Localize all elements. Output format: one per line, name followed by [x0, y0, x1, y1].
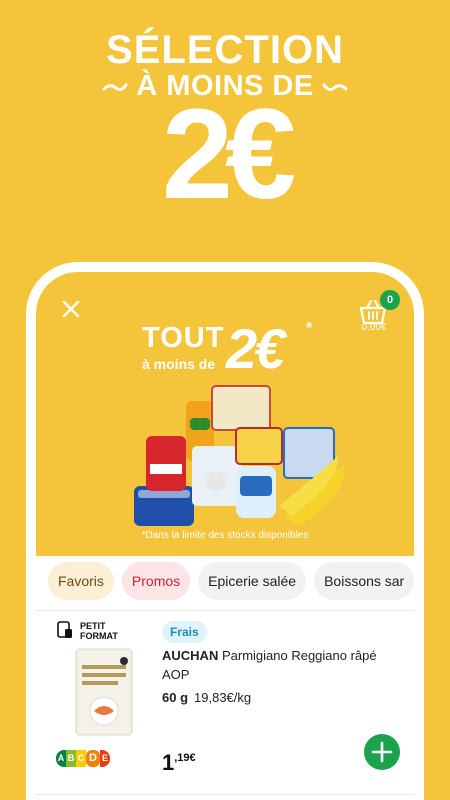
close-icon[interactable] [60, 298, 82, 320]
banner-asterisk: * [306, 320, 313, 337]
chip-promos[interactable]: Promos [121, 562, 191, 600]
cart-button[interactable]: 0 0,00€ [354, 290, 400, 334]
nutriscore-c: C [76, 750, 86, 767]
banner-a-moins-de: à moins de [142, 356, 216, 372]
petit-format-label: PETIT FORMAT [80, 621, 118, 641]
product-image [75, 648, 133, 736]
chip-epicerie-salee[interactable]: Epicerie salée [198, 562, 307, 600]
stock-disclaimer: *Dans la limite des stocks disponibles [141, 530, 309, 541]
cart-total: 0,00€ [361, 322, 387, 333]
nutriscore-b: B [66, 750, 76, 767]
phone-frame: 0 0,00€ TOUT à moins de 2€ * *Dans la li… [26, 262, 424, 800]
product-price: 1,19€ [162, 750, 196, 776]
nutriscore-a: A [56, 750, 66, 767]
plus-icon [371, 741, 393, 763]
promo-title-line1: SÉLECTION [106, 28, 344, 72]
app-screen: 0 0,00€ TOUT à moins de 2€ * *Dans la li… [36, 272, 414, 800]
product-unit-price: 19,83€/kg [194, 690, 252, 705]
nutriscore-e: E [100, 750, 110, 767]
nutriscore-d: D [86, 750, 100, 767]
product-quantity: 60 g 19,83€/kg [162, 690, 251, 705]
promo-price: 2€ [161, 83, 296, 226]
add-to-cart-button[interactable] [364, 734, 400, 770]
petit-format-icon [57, 621, 72, 638]
product-brand: AUCHAN [162, 648, 219, 663]
cart-count-badge: 0 [380, 290, 400, 310]
chip-favoris[interactable]: Favoris [48, 562, 114, 600]
nutriscore: A B C D E [56, 750, 110, 767]
banner-big-price: 2€ [226, 317, 285, 380]
promo-headline: SÉLECTION À MOINS DE 2€ [0, 0, 450, 260]
price-main: 1 [162, 750, 175, 775]
chip-boissons[interactable]: Boissons sar [314, 562, 414, 600]
banner-tout: TOUT [142, 322, 225, 354]
category-chips: Favoris Promos Epicerie salée Boissons s… [36, 562, 414, 602]
divider [36, 794, 414, 795]
tag-frais: Frais [162, 621, 207, 643]
product-name: AUCHAN Parmigiano Reggiano râpé AOP [162, 646, 392, 684]
product-weight: 60 g [162, 690, 189, 705]
promo-banner: 0 0,00€ TOUT à moins de 2€ * *Dans la li… [36, 272, 414, 556]
price-cents: ,19€ [174, 752, 196, 764]
divider [36, 610, 414, 611]
products-illustration [134, 385, 345, 526]
